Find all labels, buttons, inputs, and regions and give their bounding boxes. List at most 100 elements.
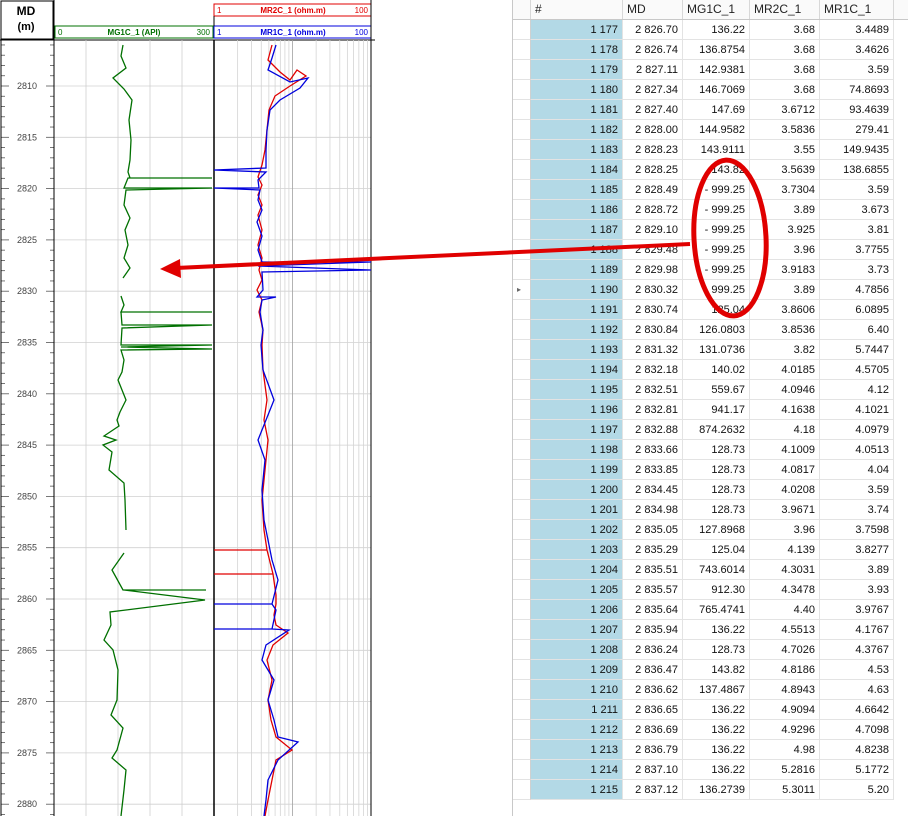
table-cell[interactable]: 1 212 [531, 720, 623, 740]
table-cell[interactable]: - 999.25 [683, 200, 750, 220]
row-indicator[interactable] [513, 180, 531, 200]
table-cell[interactable]: 2 833.66 [623, 440, 683, 460]
table-cell[interactable]: 2 832.81 [623, 400, 683, 420]
table-cell[interactable]: 2 837.10 [623, 760, 683, 780]
table-cell[interactable]: 1 177 [531, 20, 623, 40]
table-row[interactable]: 1 177 2 826.70 136.22 3.68 3.4489 [513, 20, 908, 40]
table-row[interactable]: 1 182 2 828.00 144.9582 3.5836 279.41 [513, 120, 908, 140]
table-cell[interactable]: 3.96 [750, 520, 820, 540]
table-cell[interactable]: 1 201 [531, 500, 623, 520]
table-row[interactable]: 1 178 2 826.74 136.8754 3.68 3.4626 [513, 40, 908, 60]
table-cell[interactable]: 128.73 [683, 640, 750, 660]
table-cell[interactable]: 4.3478 [750, 580, 820, 600]
table-cell[interactable]: 1 183 [531, 140, 623, 160]
table-cell[interactable]: 4.98 [750, 740, 820, 760]
table-row[interactable]: 1 180 2 827.34 146.7069 3.68 74.8693 [513, 80, 908, 100]
table-row[interactable]: ▸ 1 190 2 830.32- 999.25 3.89 4.7856 [513, 280, 908, 300]
table-cell[interactable]: 765.4741 [683, 600, 750, 620]
table-cell[interactable]: 4.8186 [750, 660, 820, 680]
table-cell[interactable]: 1 190 [531, 280, 623, 300]
table-cell[interactable]: 2 828.72 [623, 200, 683, 220]
table-cell[interactable]: 2 832.18 [623, 360, 683, 380]
table-cell[interactable]: 140.02 [683, 360, 750, 380]
column-header-mr2c-1[interactable]: MR2C_1 [750, 0, 820, 19]
table-row[interactable]: 1 185 2 828.49- 999.25 3.7304 3.59 [513, 180, 908, 200]
table-cell[interactable]: 4.63 [820, 680, 894, 700]
table-cell[interactable]: 5.1772 [820, 760, 894, 780]
table-row[interactable]: 1 188 2 829.48- 999.25 3.96 3.7755 [513, 240, 908, 260]
table-cell[interactable]: 136.22 [683, 620, 750, 640]
table-cell[interactable]: 136.2739 [683, 780, 750, 800]
table-row[interactable]: 1 209 2 836.47 143.82 4.8186 4.53 [513, 660, 908, 680]
table-cell[interactable]: 4.0513 [820, 440, 894, 460]
table-cell[interactable]: 136.22 [683, 700, 750, 720]
row-indicator[interactable] [513, 340, 531, 360]
row-indicator[interactable] [513, 540, 531, 560]
table-cell[interactable]: 4.7098 [820, 720, 894, 740]
table-cell[interactable]: 3.81 [820, 220, 894, 240]
table-cell[interactable]: 3.8277 [820, 540, 894, 560]
row-indicator[interactable] [513, 380, 531, 400]
table-cell[interactable]: 559.67 [683, 380, 750, 400]
table-cell[interactable]: 3.68 [750, 40, 820, 60]
table-cell[interactable]: 2 836.65 [623, 700, 683, 720]
row-indicator[interactable]: ▸ [513, 280, 531, 300]
table-cell[interactable]: 4.8943 [750, 680, 820, 700]
table-cell[interactable]: 93.4639 [820, 100, 894, 120]
table-cell[interactable]: 4.40 [750, 600, 820, 620]
column-header-[interactable]: # [531, 0, 623, 19]
table-cell[interactable]: 2 835.57 [623, 580, 683, 600]
table-cell[interactable]: 2 827.11 [623, 60, 683, 80]
table-row[interactable]: 1 200 2 834.45 128.73 4.0208 3.59 [513, 480, 908, 500]
table-cell[interactable]: 4.1638 [750, 400, 820, 420]
table-cell[interactable]: 1 188 [531, 240, 623, 260]
table-cell[interactable]: 2 829.98 [623, 260, 683, 280]
table-cell[interactable]: 4.5705 [820, 360, 894, 380]
table-cell[interactable]: 1 200 [531, 480, 623, 500]
table-row[interactable]: 1 195 2 832.51 559.67 4.0946 4.12 [513, 380, 908, 400]
table-cell[interactable]: 4.3031 [750, 560, 820, 580]
table-row[interactable]: 1 214 2 837.10 136.22 5.2816 5.1772 [513, 760, 908, 780]
table-cell[interactable]: 2 830.32 [623, 280, 683, 300]
table-cell[interactable]: 136.22 [683, 760, 750, 780]
table-cell[interactable]: 1 204 [531, 560, 623, 580]
row-indicator[interactable] [513, 720, 531, 740]
table-cell[interactable]: 874.2632 [683, 420, 750, 440]
table-cell[interactable]: 2 828.23 [623, 140, 683, 160]
table-cell[interactable]: 6.0895 [820, 300, 894, 320]
table-row[interactable]: 1 197 2 832.88 874.2632 4.18 4.0979 [513, 420, 908, 440]
table-cell[interactable]: 2 834.98 [623, 500, 683, 520]
table-cell[interactable]: 3.74 [820, 500, 894, 520]
table-cell[interactable]: 1 180 [531, 80, 623, 100]
table-cell[interactable]: 2 832.88 [623, 420, 683, 440]
table-cell[interactable]: 131.0736 [683, 340, 750, 360]
table-row[interactable]: 1 183 2 828.23 143.9111 3.55 149.9435 [513, 140, 908, 160]
table-cell[interactable]: 3.7755 [820, 240, 894, 260]
table-cell[interactable]: 5.3011 [750, 780, 820, 800]
table-row[interactable]: 1 208 2 836.24 128.73 4.7026 4.3767 [513, 640, 908, 660]
table-cell[interactable]: 149.9435 [820, 140, 894, 160]
table-row[interactable]: 1 199 2 833.85 128.73 4.0817 4.04 [513, 460, 908, 480]
table-cell[interactable]: 4.139 [750, 540, 820, 560]
table-cell[interactable]: 3.5639 [750, 160, 820, 180]
table-cell[interactable]: 2 835.94 [623, 620, 683, 640]
table-row[interactable]: 1 205 2 835.57 912.30 4.3478 3.93 [513, 580, 908, 600]
table-cell[interactable]: 1 179 [531, 60, 623, 80]
table-cell[interactable]: 2 834.45 [623, 480, 683, 500]
table-cell[interactable]: 144.9582 [683, 120, 750, 140]
table-row[interactable]: 1 204 2 835.51 743.6014 4.3031 3.89 [513, 560, 908, 580]
row-indicator[interactable] [513, 360, 531, 380]
row-indicator[interactable] [513, 620, 531, 640]
table-cell[interactable]: 125.04 [683, 300, 750, 320]
table-row[interactable]: 1 203 2 835.29 125.04 4.139 3.8277 [513, 540, 908, 560]
row-indicator[interactable] [513, 440, 531, 460]
table-cell[interactable]: 1 191 [531, 300, 623, 320]
row-indicator[interactable] [513, 420, 531, 440]
table-cell[interactable]: 3.4489 [820, 20, 894, 40]
table-row[interactable]: 1 196 2 832.81 941.17 4.1638 4.1021 [513, 400, 908, 420]
row-indicator[interactable] [513, 700, 531, 720]
table-cell[interactable]: 2 831.32 [623, 340, 683, 360]
table-cell[interactable]: 2 827.40 [623, 100, 683, 120]
row-indicator[interactable] [513, 240, 531, 260]
table-cell[interactable]: 2 829.48 [623, 240, 683, 260]
